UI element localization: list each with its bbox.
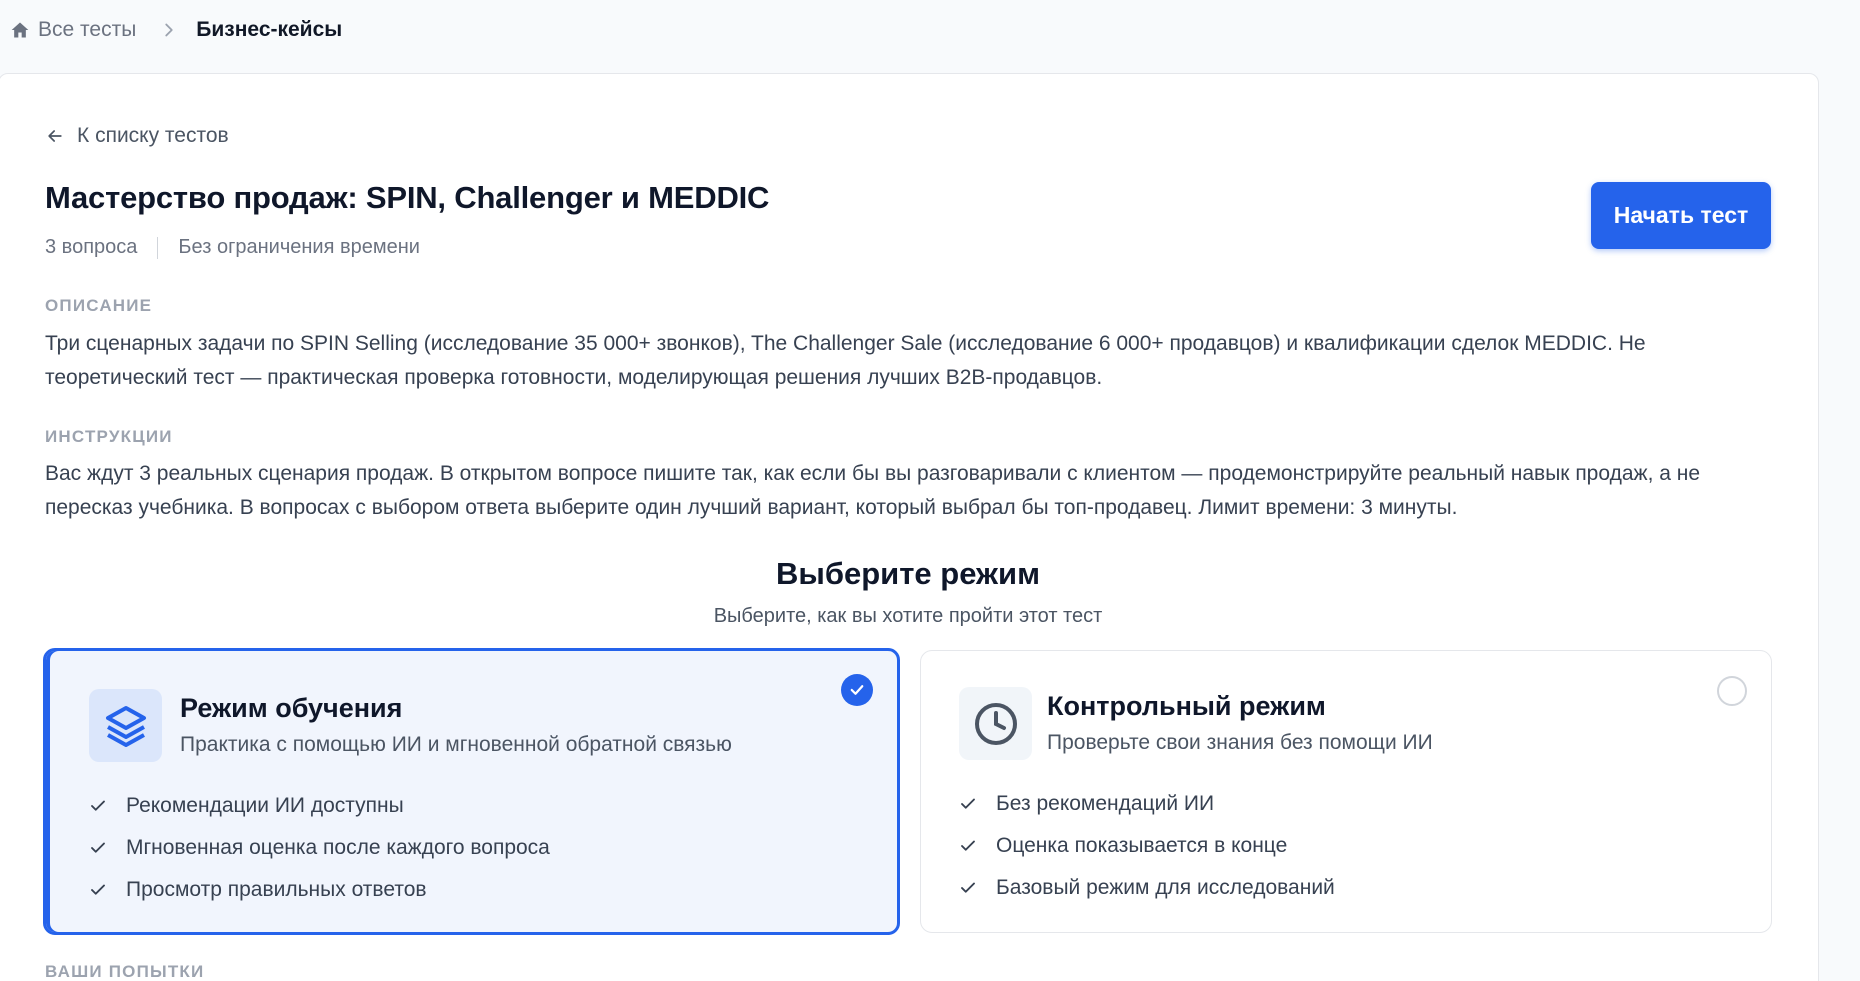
- clock-icon: [974, 702, 1017, 745]
- mode-radio-unselected[interactable]: [1717, 676, 1747, 706]
- mode-name: Режим обучения: [180, 693, 403, 723]
- mode-select-title: Выберите режим: [775, 556, 1040, 591]
- mode-card-learning[interactable]: Режим обучения Практика с помощью ИИ и м…: [43, 648, 900, 935]
- feature-item: Просмотр правильных ответов: [89, 869, 550, 911]
- mode-description: Проверьте свои знания без помощи ИИ: [1047, 731, 1433, 754]
- back-link-label: К списку тестов: [77, 124, 229, 147]
- feature-label: Просмотр правильных ответов: [126, 878, 427, 901]
- check-icon: [961, 840, 975, 851]
- feature-item: Рекомендации ИИ доступны: [89, 785, 550, 827]
- home-icon: [11, 22, 29, 38]
- mode-card-control[interactable]: Контрольный режим Проверьте свои знания …: [920, 650, 1772, 933]
- test-meta: 3 вопроса Без ограничения времени: [45, 236, 420, 259]
- back-to-tests-link[interactable]: К списку тестов: [45, 124, 229, 148]
- meta-divider: [157, 236, 159, 259]
- breadcrumb-current: Бизнес-кейсы: [196, 18, 343, 41]
- arrow-left-icon: [48, 130, 62, 142]
- mode-icon-container: [89, 689, 162, 762]
- mode-icon-container: [959, 687, 1032, 760]
- feature-label: Базовый режим для исследований: [996, 876, 1335, 899]
- check-icon: [850, 685, 864, 695]
- feature-list: Без рекомендаций ИИ Оценка показывается …: [959, 783, 1335, 909]
- feature-item: Оценка показывается в конце: [959, 825, 1335, 867]
- feature-label: Рекомендации ИИ доступны: [126, 794, 404, 817]
- check-icon: [961, 882, 975, 893]
- check-icon: [91, 842, 105, 853]
- instructions-label: ИНСТРУКЦИИ: [45, 427, 173, 446]
- feature-item: Базовый режим для исследований: [959, 867, 1335, 909]
- breadcrumb: Все тесты Бизнес-кейсы: [10, 14, 342, 46]
- breadcrumb-home-label: Все тесты: [38, 18, 137, 41]
- check-icon: [91, 884, 105, 895]
- feature-label: Без рекомендаций ИИ: [996, 792, 1215, 815]
- layers-icon: [105, 705, 146, 747]
- check-icon: [961, 798, 975, 809]
- attempts-label: ВАШИ ПОПЫТКИ: [45, 962, 205, 981]
- chevron-right-icon: [165, 23, 173, 37]
- start-test-button[interactable]: Начать тест: [1591, 182, 1771, 249]
- check-icon: [91, 800, 105, 811]
- feature-label: Оценка показывается в конце: [996, 834, 1288, 857]
- instructions-text: Вас ждут 3 реальных сценария продаж. В о…: [45, 462, 1701, 519]
- feature-label: Мгновенная оценка после каждого вопроса: [126, 836, 550, 859]
- feature-item: Без рекомендаций ИИ: [959, 783, 1335, 825]
- mode-radio-selected[interactable]: [841, 674, 873, 706]
- breadcrumb-home-link[interactable]: Все тесты: [10, 18, 136, 42]
- time-limit: Без ограничения времени: [178, 236, 420, 258]
- description-text: Три сценарных задачи по SPIN Selling (ис…: [45, 332, 1646, 389]
- description-label: ОПИСАНИЕ: [45, 296, 153, 315]
- question-count: 3 вопроса: [45, 236, 138, 258]
- mode-description: Практика с помощью ИИ и мгновенной обрат…: [180, 733, 732, 756]
- mode-name: Контрольный режим: [1047, 691, 1326, 721]
- feature-list: Рекомендации ИИ доступны Мгновенная оцен…: [89, 785, 550, 911]
- test-title: Мастерство продаж: SPIN, Challenger и ME…: [45, 180, 770, 215]
- mode-select-subtitle: Выберите, как вы хотите пройти этот тест: [713, 605, 1103, 627]
- feature-item: Мгновенная оценка после каждого вопроса: [89, 827, 550, 869]
